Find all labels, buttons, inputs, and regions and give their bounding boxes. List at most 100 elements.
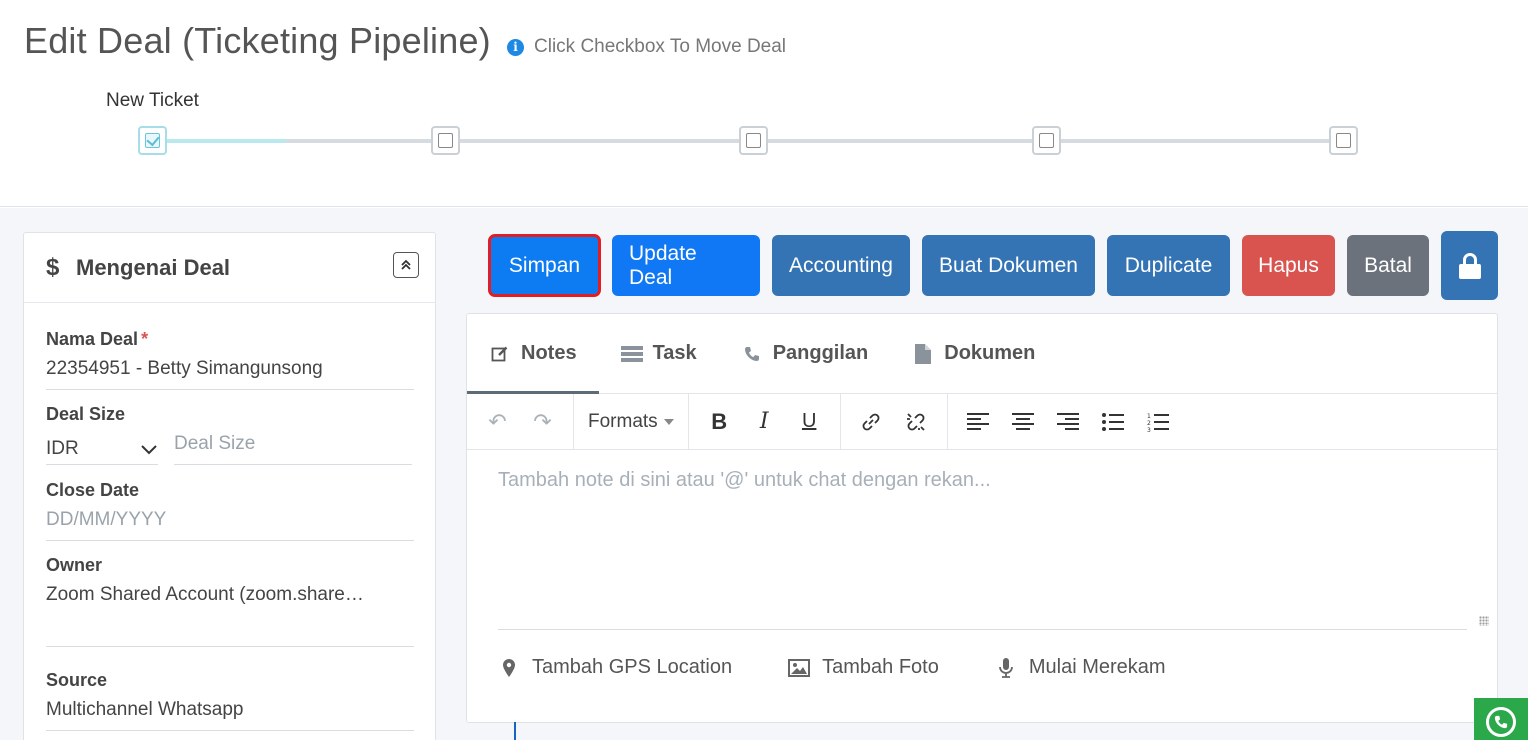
add-gps-label: Tambah GPS Location (532, 656, 733, 678)
add-gps-button[interactable]: Tambah GPS Location (498, 656, 732, 679)
tab-panggilan-label: Panggilan (772, 342, 869, 364)
lock-icon (1458, 252, 1481, 279)
edit-icon (489, 345, 511, 363)
double-chevron-up-icon (401, 259, 411, 270)
numbered-list-button[interactable]: 123 (1136, 402, 1181, 442)
editor-divider (498, 629, 1467, 630)
hapus-button[interactable]: Hapus (1242, 235, 1335, 296)
start-recording-button[interactable]: Mulai Merekam (995, 656, 1166, 679)
stage-checkbox-4[interactable] (1032, 126, 1061, 155)
source-select[interactable]: Multichannel Whatsapp (46, 699, 414, 731)
resize-handle[interactable] (1479, 616, 1489, 626)
deal-info-panel: $ Mengenai Deal Nama Deal * 22354951 - Be… (23, 232, 436, 740)
unlink-icon (907, 412, 925, 431)
deal-panel-title: Mengenai Deal (76, 254, 231, 280)
pipeline-header: Edit Deal (Ticketing Pipeline) i Click C… (0, 0, 1528, 207)
editor-toolbar: ↶ ↷ Formats B I U 1 2 3 (467, 393, 1497, 450)
notes-panel: Notes Task Panggilan Dokumen ↶ ↷ Formats… (466, 313, 1498, 723)
bullet-list-icon (1102, 412, 1125, 431)
buat-dokumen-button[interactable]: Buat Dokumen (922, 235, 1095, 296)
underline-button[interactable]: U (787, 402, 832, 442)
required-mark: * (141, 329, 149, 349)
stage-checkbox-1[interactable] (138, 126, 167, 155)
checkbox-empty-icon (1336, 133, 1351, 148)
attachment-bar: Tambah GPS Location Tambah Foto Mulai Me… (467, 656, 1497, 679)
currency-value: IDR (46, 437, 79, 459)
source-field: Source Multichannel Whatsapp (46, 670, 414, 731)
lock-button[interactable] (1441, 231, 1498, 300)
tab-task[interactable]: Task (620, 314, 719, 393)
align-right-button[interactable] (1046, 402, 1091, 442)
deal-size-input[interactable]: Deal Size (174, 433, 412, 465)
map-marker-icon (498, 658, 520, 677)
align-center-icon (1012, 412, 1035, 430)
undo-button[interactable]: ↶ (475, 402, 520, 442)
timeline-line (514, 722, 516, 740)
activity-tabs: Notes Task Panggilan Dokumen (467, 314, 1497, 394)
caret-down-icon (663, 418, 674, 425)
owner-field: Owner Zoom Shared Account (zoom.share… (46, 555, 414, 647)
pipeline-progress (152, 139, 286, 143)
tab-dokumen-label: Dokumen (944, 342, 1036, 364)
add-photo-button[interactable]: Tambah Foto (788, 656, 939, 679)
align-right-icon (1057, 412, 1080, 430)
accounting-button[interactable]: Accounting (772, 235, 910, 296)
stage-checkbox-5[interactable] (1329, 126, 1358, 155)
dollar-icon: $ (46, 253, 60, 281)
add-photo-label: Tambah Foto (822, 656, 939, 678)
info-icon: i (507, 38, 524, 56)
stage-checkbox-3[interactable] (739, 126, 768, 155)
svg-text:3: 3 (1147, 427, 1151, 432)
deal-size-field: Deal Size IDR Deal Size (46, 404, 414, 465)
checkbox-empty-icon (746, 133, 761, 148)
bold-button[interactable]: B (697, 402, 742, 442)
simpan-button[interactable]: Simpan (488, 234, 601, 297)
tasks-icon (620, 345, 643, 362)
checkbox-empty-icon (438, 133, 453, 148)
tab-notes[interactable]: Notes (467, 314, 599, 394)
close-date-field: Close Date DD/MM/YYYY (46, 480, 414, 541)
whatsapp-icon (1486, 707, 1516, 737)
unlink-button[interactable] (894, 402, 939, 442)
owner-select[interactable]: Zoom Shared Account (zoom.share… (46, 584, 414, 647)
formats-label: Formats (588, 410, 658, 432)
whatsapp-button[interactable] (1474, 698, 1528, 740)
microphone-icon (995, 657, 1017, 678)
file-icon (912, 343, 934, 364)
start-recording-label: Mulai Merekam (1028, 656, 1166, 678)
align-left-button[interactable] (956, 402, 1001, 442)
stage-checkbox-2[interactable] (431, 126, 460, 155)
nama-deal-input[interactable]: 22354951 - Betty Simangunsong (46, 358, 414, 390)
deal-size-label: Deal Size (46, 404, 126, 424)
close-date-input[interactable]: DD/MM/YYYY (46, 509, 414, 541)
bullet-list-button[interactable] (1091, 402, 1136, 442)
owner-label: Owner (46, 555, 103, 575)
tab-dokumen[interactable]: Dokumen (912, 314, 1057, 393)
link-button[interactable] (849, 402, 894, 442)
collapse-button[interactable] (393, 252, 419, 278)
tab-panggilan[interactable]: Panggilan (741, 314, 891, 393)
update-deal-button[interactable]: Update Deal (612, 235, 760, 296)
numbered-list-icon: 123 (1147, 413, 1170, 432)
redo-icon: ↷ (533, 408, 552, 434)
hint-text: Click Checkbox To Move Deal (534, 36, 787, 57)
checkbox-empty-icon (1039, 133, 1054, 148)
currency-select[interactable]: IDR (46, 433, 158, 465)
deal-panel-header: $ Mengenai Deal (24, 233, 435, 303)
italic-icon: I (759, 409, 769, 434)
note-editor[interactable]: Tambah note di sini atau '@' untuk chat … (467, 450, 1497, 630)
bold-icon: B (711, 408, 728, 434)
duplicate-button[interactable]: Duplicate (1107, 235, 1230, 296)
source-label: Source (46, 670, 108, 690)
batal-button[interactable]: Batal (1347, 235, 1429, 296)
phone-icon (741, 346, 763, 362)
redo-button[interactable]: ↷ (520, 402, 565, 442)
page-title: Edit Deal (Ticketing Pipeline) (24, 20, 491, 61)
checkbox-checked-icon (145, 133, 160, 148)
formats-dropdown[interactable]: Formats (582, 411, 680, 433)
underline-icon: U (801, 410, 817, 432)
italic-button[interactable]: I (742, 402, 787, 442)
image-icon (788, 658, 811, 677)
align-left-icon (967, 412, 990, 430)
align-center-button[interactable] (1001, 402, 1046, 442)
